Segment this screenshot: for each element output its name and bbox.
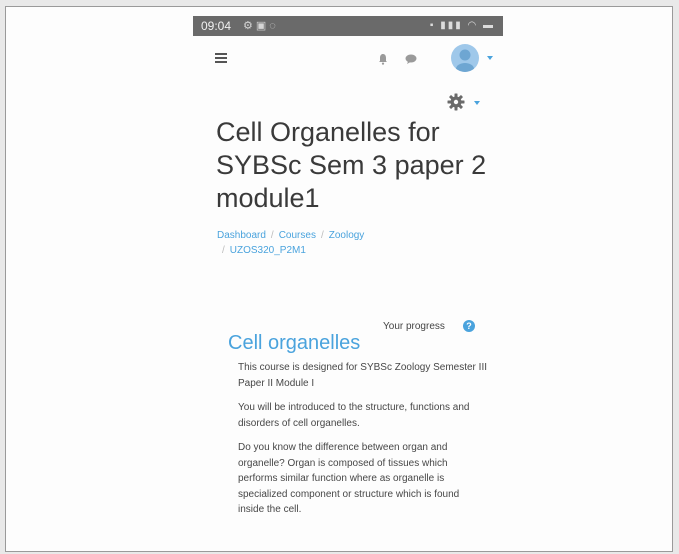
breadcrumb: Dashboard / Courses / Zoology / UZOS320_P2M1 bbox=[217, 228, 467, 258]
status-right-icons: ▪ ▮▮▮ ◠ ▬ bbox=[430, 16, 495, 36]
status-left-icons: ⚙▣◌ bbox=[243, 16, 279, 36]
avatar[interactable] bbox=[451, 44, 479, 72]
notification-icon: ◌ bbox=[269, 20, 279, 32]
image-icon: ▣ bbox=[255, 20, 270, 32]
top-navbar bbox=[193, 38, 503, 86]
breadcrumb-course-code[interactable]: UZOS320_P2M1 bbox=[230, 245, 306, 256]
breadcrumb-separator: / bbox=[222, 245, 225, 256]
section-title: Cell organelles bbox=[228, 332, 361, 354]
page-title: Cell Organelles for SYBSc Sem 3 paper 2 … bbox=[216, 117, 487, 213]
nfc-icon: ▪ bbox=[429, 20, 436, 31]
help-icon[interactable]: ? bbox=[463, 320, 475, 332]
breadcrumb-separator: / bbox=[320, 230, 324, 241]
wifi-icon: ◠ bbox=[467, 20, 479, 31]
signal-icon: ▮▮▮ bbox=[440, 20, 463, 31]
gear-icon[interactable] bbox=[447, 93, 465, 111]
summary-paragraph: Do you know the difference between organ… bbox=[238, 442, 460, 515]
summary-paragraph: This course is designed for SYBSc Zoolog… bbox=[238, 362, 487, 389]
progress-label: Your progress bbox=[383, 321, 445, 332]
breadcrumb-separator: / bbox=[270, 230, 274, 241]
chevron-down-icon[interactable] bbox=[474, 101, 480, 105]
breadcrumb-zoology[interactable]: Zoology bbox=[329, 230, 365, 241]
chat-icon[interactable] bbox=[405, 54, 417, 64]
status-bar: 09:04 ⚙▣◌ ▪ ▮▮▮ ◠ ▬ bbox=[193, 16, 503, 36]
summary-paragraph: You will be introduced to the structure,… bbox=[238, 402, 470, 429]
user-icon bbox=[456, 49, 474, 72]
chevron-down-icon[interactable] bbox=[487, 56, 493, 60]
menu-icon[interactable] bbox=[215, 53, 227, 63]
breadcrumb-courses[interactable]: Courses bbox=[279, 230, 316, 241]
bell-icon[interactable] bbox=[378, 53, 388, 65]
status-time: 09:04 bbox=[201, 19, 232, 33]
section-summary: This course is designed for SYBSc Zoolog… bbox=[238, 360, 488, 527]
breadcrumb-dashboard[interactable]: Dashboard bbox=[217, 230, 266, 241]
battery-icon: ▬ bbox=[483, 20, 495, 31]
settings-icon: ⚙ bbox=[243, 20, 256, 32]
